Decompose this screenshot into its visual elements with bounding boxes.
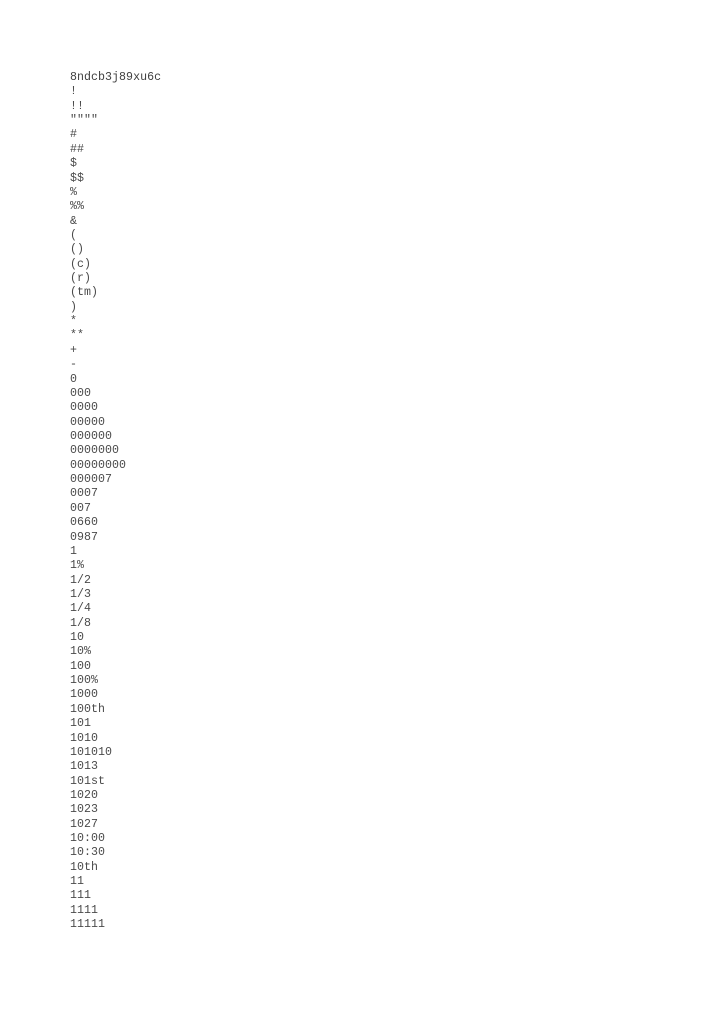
text-line: 1/8 [70, 616, 92, 630]
text-line: 007 [70, 501, 92, 515]
text-line: 000000 [70, 429, 113, 443]
text-line: 1010 [70, 731, 99, 745]
text-line: """" [70, 114, 99, 128]
text-line: 000007 [70, 473, 113, 487]
text-line: (tm) [70, 286, 99, 300]
text-line: 10:30 [70, 846, 106, 860]
text-line: 10% [70, 645, 92, 659]
text-line: + [70, 343, 78, 357]
text-line: !! [70, 99, 85, 113]
text-line: ## [70, 142, 85, 156]
text-line: & [70, 214, 78, 228]
text-line: 1027 [70, 817, 99, 831]
text-line: 0987 [70, 530, 99, 544]
text-line: $ [70, 157, 78, 171]
text-line: 0007 [70, 487, 99, 501]
text-line: () [70, 243, 85, 257]
text-line: * [70, 315, 78, 329]
text-line: % [70, 185, 78, 199]
text-line: 10:00 [70, 832, 106, 846]
text-line: 100% [70, 674, 99, 688]
text-line: (r) [70, 272, 92, 286]
text-line: # [70, 128, 78, 142]
text-line: 1111 [70, 903, 99, 917]
text-line: 11111 [70, 918, 106, 932]
text-line: ! [70, 85, 78, 99]
text-line: 10th [70, 860, 99, 874]
document-id-line: 8ndcb3j89xu6c [70, 71, 162, 84]
text-line: 1000 [70, 688, 99, 702]
text-line: ( [70, 228, 78, 242]
text-line: 0000 [70, 401, 99, 415]
text-line: 101st [70, 774, 106, 788]
text-line: 1/2 [70, 573, 92, 587]
text-line: 100 [70, 659, 92, 673]
text-line: - [70, 358, 78, 372]
text-line: 00000000 [70, 458, 127, 472]
text-line: 11 [70, 875, 85, 889]
text-line: 1/4 [70, 602, 92, 616]
text-line: 1023 [70, 803, 99, 817]
text-line: 0 [70, 372, 78, 386]
text-line: $$ [70, 171, 85, 185]
text-line: 000 [70, 386, 92, 400]
text-line: 1% [70, 559, 85, 573]
text-line: 10 [70, 631, 85, 645]
text-line: 1/3 [70, 587, 92, 601]
text-line: 101 [70, 717, 92, 731]
text-line: 1013 [70, 760, 99, 774]
text-line: 100th [70, 702, 106, 716]
text-line: ) [70, 300, 78, 314]
text-line: %% [70, 200, 85, 214]
text-line: 1 [70, 544, 78, 558]
text-line: 101010 [70, 745, 113, 759]
text-line: 111 [70, 889, 92, 903]
text-line: (c) [70, 257, 92, 271]
text-line: ** [70, 329, 85, 343]
text-content-block: 8ndcb3j89xu6c!!! """" # ## $ $$%%% &(() (c) (r)(… [70, 71, 670, 933]
text-line: 1020 [70, 788, 99, 802]
text-line: 00000 [70, 415, 106, 429]
text-line: 0660 [70, 516, 99, 530]
document-page: 8ndcb3j89xu6c!!! """" # ## $ $$%%% &(() (c) (r)(… [0, 0, 719, 1017]
text-line: 0000000 [70, 444, 120, 458]
